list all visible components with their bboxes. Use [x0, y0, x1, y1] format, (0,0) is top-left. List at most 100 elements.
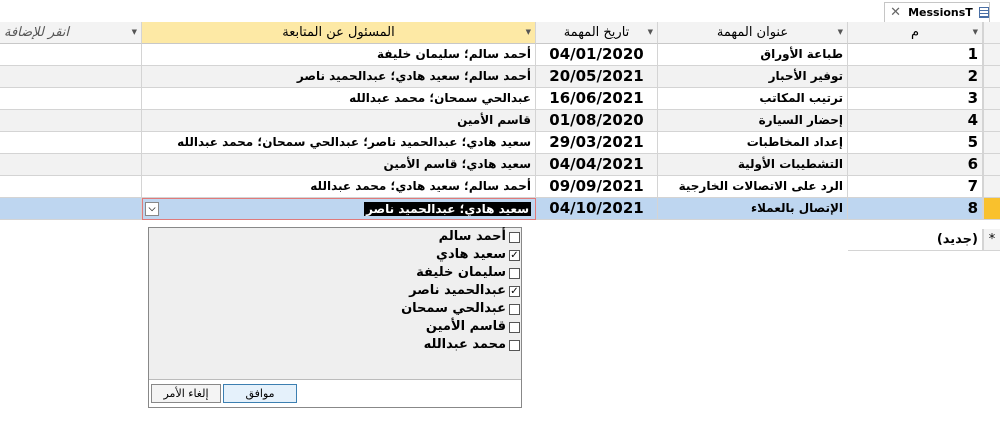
sort-arrow-icon[interactable]: ▼: [526, 22, 531, 43]
document-tab-bar: ✕ MessionsT: [0, 0, 1000, 22]
checkbox-label: قاسم الأمين: [425, 319, 506, 334]
checkbox-item[interactable]: ✓ عبدالحميد ناصر: [149, 282, 521, 300]
checkbox-item[interactable]: ✓ سعيد هادي: [149, 246, 521, 264]
checkbox[interactable]: [509, 303, 520, 315]
cell-task-date[interactable]: 09/09/2021: [536, 176, 658, 198]
cell-responsible[interactable]: سعيد هادي؛ عبدالحميد ناصر ⌵: [142, 198, 536, 220]
cell-add[interactable]: [0, 88, 142, 110]
sort-arrow-icon[interactable]: ▼: [838, 22, 843, 43]
header-click-to-add[interactable]: ▼ انقر للإضافة: [0, 22, 142, 44]
header-id[interactable]: م ▼: [848, 22, 983, 44]
sort-arrow-icon[interactable]: ▼: [648, 22, 653, 43]
cell-responsible[interactable]: أحمد سالم؛ سعيد هادي؛ محمد عبدالله: [142, 176, 536, 198]
cell-task-title[interactable]: ترتيب المكاتب: [658, 88, 848, 110]
header-selector[interactable]: [983, 22, 1000, 44]
close-icon[interactable]: ✕: [889, 5, 902, 20]
cell-task-title[interactable]: إحضار السيارة: [658, 110, 848, 132]
ok-button[interactable]: موافق: [223, 384, 297, 403]
cell-responsible[interactable]: سعيد هادي؛ قاسم الأمين: [142, 154, 536, 176]
table-tab[interactable]: ✕ MessionsT: [884, 2, 990, 22]
checkbox-item[interactable]: قاسم الأمين: [149, 318, 521, 336]
cell-responsible[interactable]: قاسم الأمين: [142, 110, 536, 132]
cell-responsible[interactable]: عبدالحي سمحان؛ محمد عبدالله: [142, 88, 536, 110]
record-selector[interactable]: [983, 44, 1000, 66]
table-row[interactable]: 3 ترتيب المكاتب 16/06/2021 عبدالحي سمحان؛ م…: [0, 88, 1000, 110]
header-row: م ▼ عنوان المهمة ▼ تاريخ المهمة ▼ المسئو…: [0, 22, 1000, 44]
checkbox[interactable]: [509, 321, 520, 333]
checkbox-label: عبدالحميد ناصر: [409, 283, 506, 298]
cell-id[interactable]: 3: [848, 88, 983, 110]
table-icon: [978, 7, 989, 18]
header-task-title[interactable]: عنوان المهمة ▼: [658, 22, 848, 44]
cell-task-date[interactable]: 04/04/2021: [536, 154, 658, 176]
checkbox-label: سليمان خليفة: [416, 265, 506, 280]
table-row[interactable]: 7 الرد على الاتصالات الخارجية 09/09/2021 أح…: [0, 176, 1000, 198]
checkbox-label: عبدالحي سمحان: [401, 301, 506, 316]
header-responsible[interactable]: المسئول عن المتابعة ▼: [142, 22, 536, 44]
cell-add[interactable]: [0, 66, 142, 88]
record-selector[interactable]: [983, 88, 1000, 110]
chevron-down-icon[interactable]: ⌵: [145, 202, 159, 216]
cell-task-date[interactable]: 01/08/2020: [536, 110, 658, 132]
cell-task-title[interactable]: الإتصال بالعملاء: [658, 198, 848, 220]
cell-id[interactable]: 8: [848, 198, 983, 220]
cell-task-date[interactable]: 16/06/2021: [536, 88, 658, 110]
checkbox[interactable]: [509, 339, 520, 351]
cell-id[interactable]: 5: [848, 132, 983, 154]
new-record-marker[interactable]: *: [983, 229, 1000, 251]
cell-task-title[interactable]: التشطيبات الأولية: [658, 154, 848, 176]
cell-add[interactable]: [0, 198, 142, 220]
sort-arrow-icon[interactable]: ▼: [973, 22, 978, 43]
cell-id[interactable]: 1: [848, 44, 983, 66]
checkbox[interactable]: ✓: [509, 249, 520, 261]
cell-task-date[interactable]: 20/05/2021: [536, 66, 658, 88]
table-row[interactable]: 2 توفير الأحبار 20/05/2021 أحمد سالم؛ سعيد …: [0, 66, 1000, 88]
cell-add[interactable]: [0, 44, 142, 66]
cell-task-title[interactable]: توفير الأحبار: [658, 66, 848, 88]
checkbox-label: أحمد سالم: [438, 229, 506, 244]
cell-task-date[interactable]: 04/01/2020: [536, 44, 658, 66]
cell-add[interactable]: [0, 176, 142, 198]
cell-task-date[interactable]: 29/03/2021: [536, 132, 658, 154]
cell-id[interactable]: 2: [848, 66, 983, 88]
cell-add[interactable]: [0, 132, 142, 154]
new-record-label[interactable]: (جديد): [848, 229, 983, 251]
record-selector[interactable]: [983, 154, 1000, 176]
record-selector[interactable]: [983, 176, 1000, 198]
cell-task-date[interactable]: 04/10/2021: [536, 198, 658, 220]
checkbox[interactable]: [509, 231, 520, 243]
table-row[interactable]: 8 الإتصال بالعملاء 04/10/2021 سعيد هادي؛ عب…: [0, 198, 1000, 220]
record-selector[interactable]: [983, 132, 1000, 154]
cell-id[interactable]: 6: [848, 154, 983, 176]
cell-responsible[interactable]: أحمد سالم؛ سليمان خليفة: [142, 44, 536, 66]
checkbox-item[interactable]: أحمد سالم: [149, 228, 521, 246]
cell-add[interactable]: [0, 154, 142, 176]
checkbox[interactable]: ✓: [509, 285, 520, 297]
checkbox-item[interactable]: سليمان خليفة: [149, 264, 521, 282]
record-selector[interactable]: [983, 66, 1000, 88]
record-selector[interactable]: [983, 198, 1000, 220]
checkbox-list: أحمد سالم ✓ سعيد هادي سليمان خليفة ✓ عبدالحمي…: [149, 228, 521, 380]
cell-task-title[interactable]: إعداد المخاطبات: [658, 132, 848, 154]
cell-id[interactable]: 4: [848, 110, 983, 132]
record-selector[interactable]: [983, 110, 1000, 132]
checkbox-item[interactable]: عبدالحي سمحان: [149, 300, 521, 318]
cell-add[interactable]: [0, 110, 142, 132]
table-row[interactable]: 5 إعداد المخاطبات 29/03/2021 سعيد هادي؛ عبد…: [0, 132, 1000, 154]
cell-task-title[interactable]: طباعة الأوراق: [658, 44, 848, 66]
table-row[interactable]: 1 طباعة الأوراق 04/01/2020 أحمد سالم؛ سليما…: [0, 44, 1000, 66]
cancel-button[interactable]: إلغاء الأمر: [151, 384, 221, 403]
cell-task-title[interactable]: الرد على الاتصالات الخارجية: [658, 176, 848, 198]
checkbox-label: سعيد هادي: [436, 247, 506, 262]
cell-responsible[interactable]: أحمد سالم؛ سعيد هادي؛ عبدالحميد ناصر: [142, 66, 536, 88]
multi-value-dropdown: أحمد سالم ✓ سعيد هادي سليمان خليفة ✓ عبدالحمي…: [148, 227, 522, 408]
cell-id[interactable]: 7: [848, 176, 983, 198]
sort-arrow-icon[interactable]: ▼: [132, 22, 137, 43]
cell-responsible[interactable]: سعيد هادي؛ عبدالحميد ناصر؛ عبدالحي سمحان…: [142, 132, 536, 154]
checkbox-item[interactable]: محمد عبدالله: [149, 336, 521, 354]
header-task-date[interactable]: تاريخ المهمة ▼: [536, 22, 658, 44]
table-row[interactable]: 6 التشطيبات الأولية 04/04/2021 سعيد هادي؛ ق…: [0, 154, 1000, 176]
checkbox[interactable]: [509, 267, 520, 279]
tab-title: MessionsT: [908, 6, 973, 19]
table-row[interactable]: 4 إحضار السيارة 01/08/2020 قاسم الأمين: [0, 110, 1000, 132]
